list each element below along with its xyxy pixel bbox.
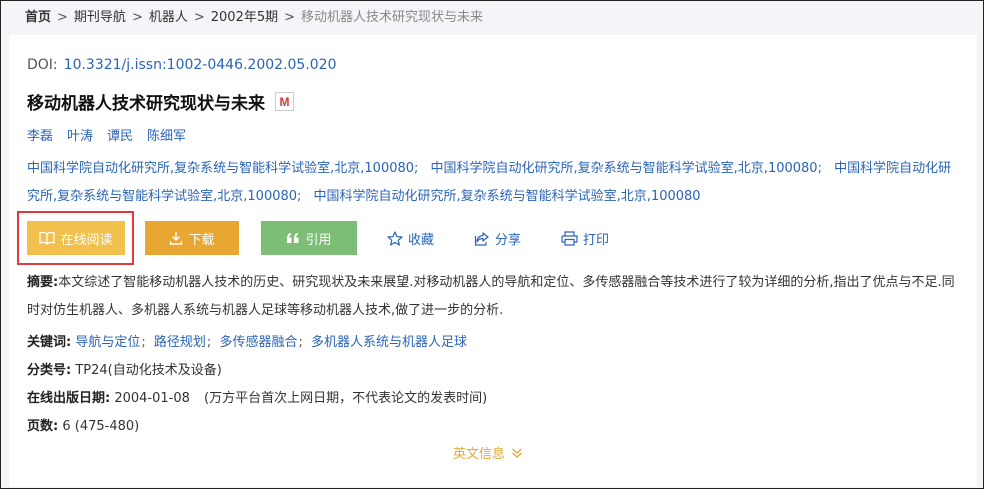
doi-label: DOI: bbox=[27, 57, 58, 73]
read-online-label: 在线阅读 bbox=[60, 232, 113, 248]
printer-icon bbox=[561, 230, 578, 246]
breadcrumb-issue[interactable]: 2002年5期 bbox=[211, 7, 278, 29]
read-online-button[interactable]: 在线阅读 bbox=[27, 221, 125, 255]
breadcrumb: 首页 > 期刊导航 > 机器人 > 2002年5期 > 移动机器人技术研究现状与… bbox=[25, 7, 483, 29]
keyword-link[interactable]: 多机器人系统与机器人足球 bbox=[311, 335, 467, 350]
share-button[interactable]: 分享 bbox=[474, 221, 521, 255]
abstract-text: 本文综述了智能移动机器人技术的历史、研究现状及未来展望.对移动机器人的导航和定位… bbox=[27, 275, 955, 318]
author-link[interactable]: 陈细军 bbox=[147, 125, 186, 144]
affiliation-link[interactable]: 中国科学院自动化研究所,复杂系统与智能科学试验室,北京,100080 bbox=[314, 189, 701, 204]
keyword-link[interactable]: 导航与定位 bbox=[75, 335, 140, 350]
double-chevron-down-icon bbox=[511, 447, 523, 459]
breadcrumb-separator: > bbox=[131, 10, 143, 25]
english-info-toggle[interactable]: 英文信息 bbox=[453, 443, 523, 462]
classification-row: 分类号: TP24(自动化技术及设备) bbox=[27, 359, 222, 378]
breadcrumb-separator: > bbox=[193, 10, 205, 25]
m-badge-icon: M bbox=[275, 92, 294, 111]
page-frame: 首页 > 期刊导航 > 机器人 > 2002年5期 > 移动机器人技术研究现状与… bbox=[0, 0, 984, 489]
keyword-separator: ; bbox=[206, 335, 212, 350]
breadcrumb-home[interactable]: 首页 bbox=[25, 7, 51, 29]
breadcrumb-separator: > bbox=[57, 10, 68, 25]
favorite-button[interactable]: 收藏 bbox=[387, 221, 434, 255]
author-link[interactable]: 李磊 bbox=[27, 125, 53, 144]
affiliation-link[interactable]: 中国科学院自动化研究所,复杂系统与智能科学试验室,北京,100080; bbox=[27, 161, 418, 176]
keyword-link[interactable]: 路径规划 bbox=[154, 335, 206, 350]
author-link[interactable]: 叶涛 bbox=[67, 125, 93, 144]
keyword-separator: ; bbox=[141, 335, 146, 350]
abstract-label: 摘要: bbox=[27, 275, 59, 290]
breadcrumb-current: 移动机器人技术研究现状与未来 bbox=[301, 10, 484, 25]
online-date-label: 在线出版日期: bbox=[27, 391, 111, 406]
print-label: 打印 bbox=[583, 232, 610, 248]
download-label: 下载 bbox=[188, 232, 215, 248]
online-date-value: 2004-01-08 bbox=[114, 391, 190, 406]
keywords-row: 关键词: 导航与定位; 路径规划; 多传感器融合; 多机器人系统与机器人足球 bbox=[27, 331, 467, 350]
book-open-icon bbox=[39, 231, 56, 245]
breadcrumb-journal-nav[interactable]: 期刊导航 bbox=[74, 7, 126, 29]
keywords-label: 关键词: bbox=[27, 335, 72, 350]
article-title-text: 移动机器人技术研究现状与未来 bbox=[27, 94, 265, 114]
online-date-note: (万方平台首次上网日期，不代表论文的发表时间) bbox=[204, 391, 488, 406]
affiliation-link[interactable]: 中国科学院自动化研究所,复杂系统与智能科学试验室,北京,100080; bbox=[431, 161, 822, 176]
pages-label: 页数: bbox=[27, 419, 59, 434]
share-label: 分享 bbox=[495, 232, 522, 248]
download-icon bbox=[169, 231, 183, 245]
article-title: 移动机器人技术研究现状与未来 M bbox=[27, 89, 294, 114]
doi-link[interactable]: 10.3321/j.issn:1002-0446.2002.05.020 bbox=[64, 57, 337, 73]
article-card: DOI: 10.3321/j.issn:1002-0446.2002.05.020… bbox=[9, 35, 977, 487]
doi-line: DOI: 10.3321/j.issn:1002-0446.2002.05.020 bbox=[27, 57, 337, 73]
pages-row: 页数: 6 (475-480) bbox=[27, 415, 139, 434]
breadcrumb-journal[interactable]: 机器人 bbox=[149, 7, 188, 29]
pages-value: 6 (475-480) bbox=[62, 419, 140, 434]
english-info-label: 英文信息 bbox=[453, 447, 506, 462]
share-icon bbox=[474, 231, 490, 246]
favorite-label: 收藏 bbox=[408, 232, 435, 248]
breadcrumb-separator: > bbox=[284, 10, 296, 25]
keyword-separator: ; bbox=[298, 335, 303, 350]
abstract: 摘要:本文综述了智能移动机器人技术的历史、研究现状及未来展望.对移动机器人的导航… bbox=[27, 269, 959, 325]
classification-label: 分类号: bbox=[27, 363, 72, 378]
author-link[interactable]: 谭民 bbox=[107, 125, 133, 144]
action-bar: 在线阅读 下载 引用 收藏 分享 打印 bbox=[27, 221, 609, 255]
download-button[interactable]: 下载 bbox=[145, 221, 239, 255]
print-button[interactable]: 打印 bbox=[561, 221, 609, 255]
classification-value: TP24(自动化技术及设备) bbox=[75, 363, 222, 378]
online-date-row: 在线出版日期: 2004-01-08 (万方平台首次上网日期，不代表论文的发表时… bbox=[27, 387, 487, 406]
star-icon bbox=[387, 230, 403, 246]
affiliation-list: 中国科学院自动化研究所,复杂系统与智能科学试验室,北京,100080; 中国科学… bbox=[27, 155, 957, 211]
keyword-link[interactable]: 多传感器融合 bbox=[219, 335, 297, 350]
cite-label: 引用 bbox=[305, 232, 332, 248]
quote-icon bbox=[286, 232, 300, 244]
author-list: 李磊 叶涛 谭民 陈细军 bbox=[27, 125, 186, 144]
cite-button[interactable]: 引用 bbox=[261, 221, 357, 255]
